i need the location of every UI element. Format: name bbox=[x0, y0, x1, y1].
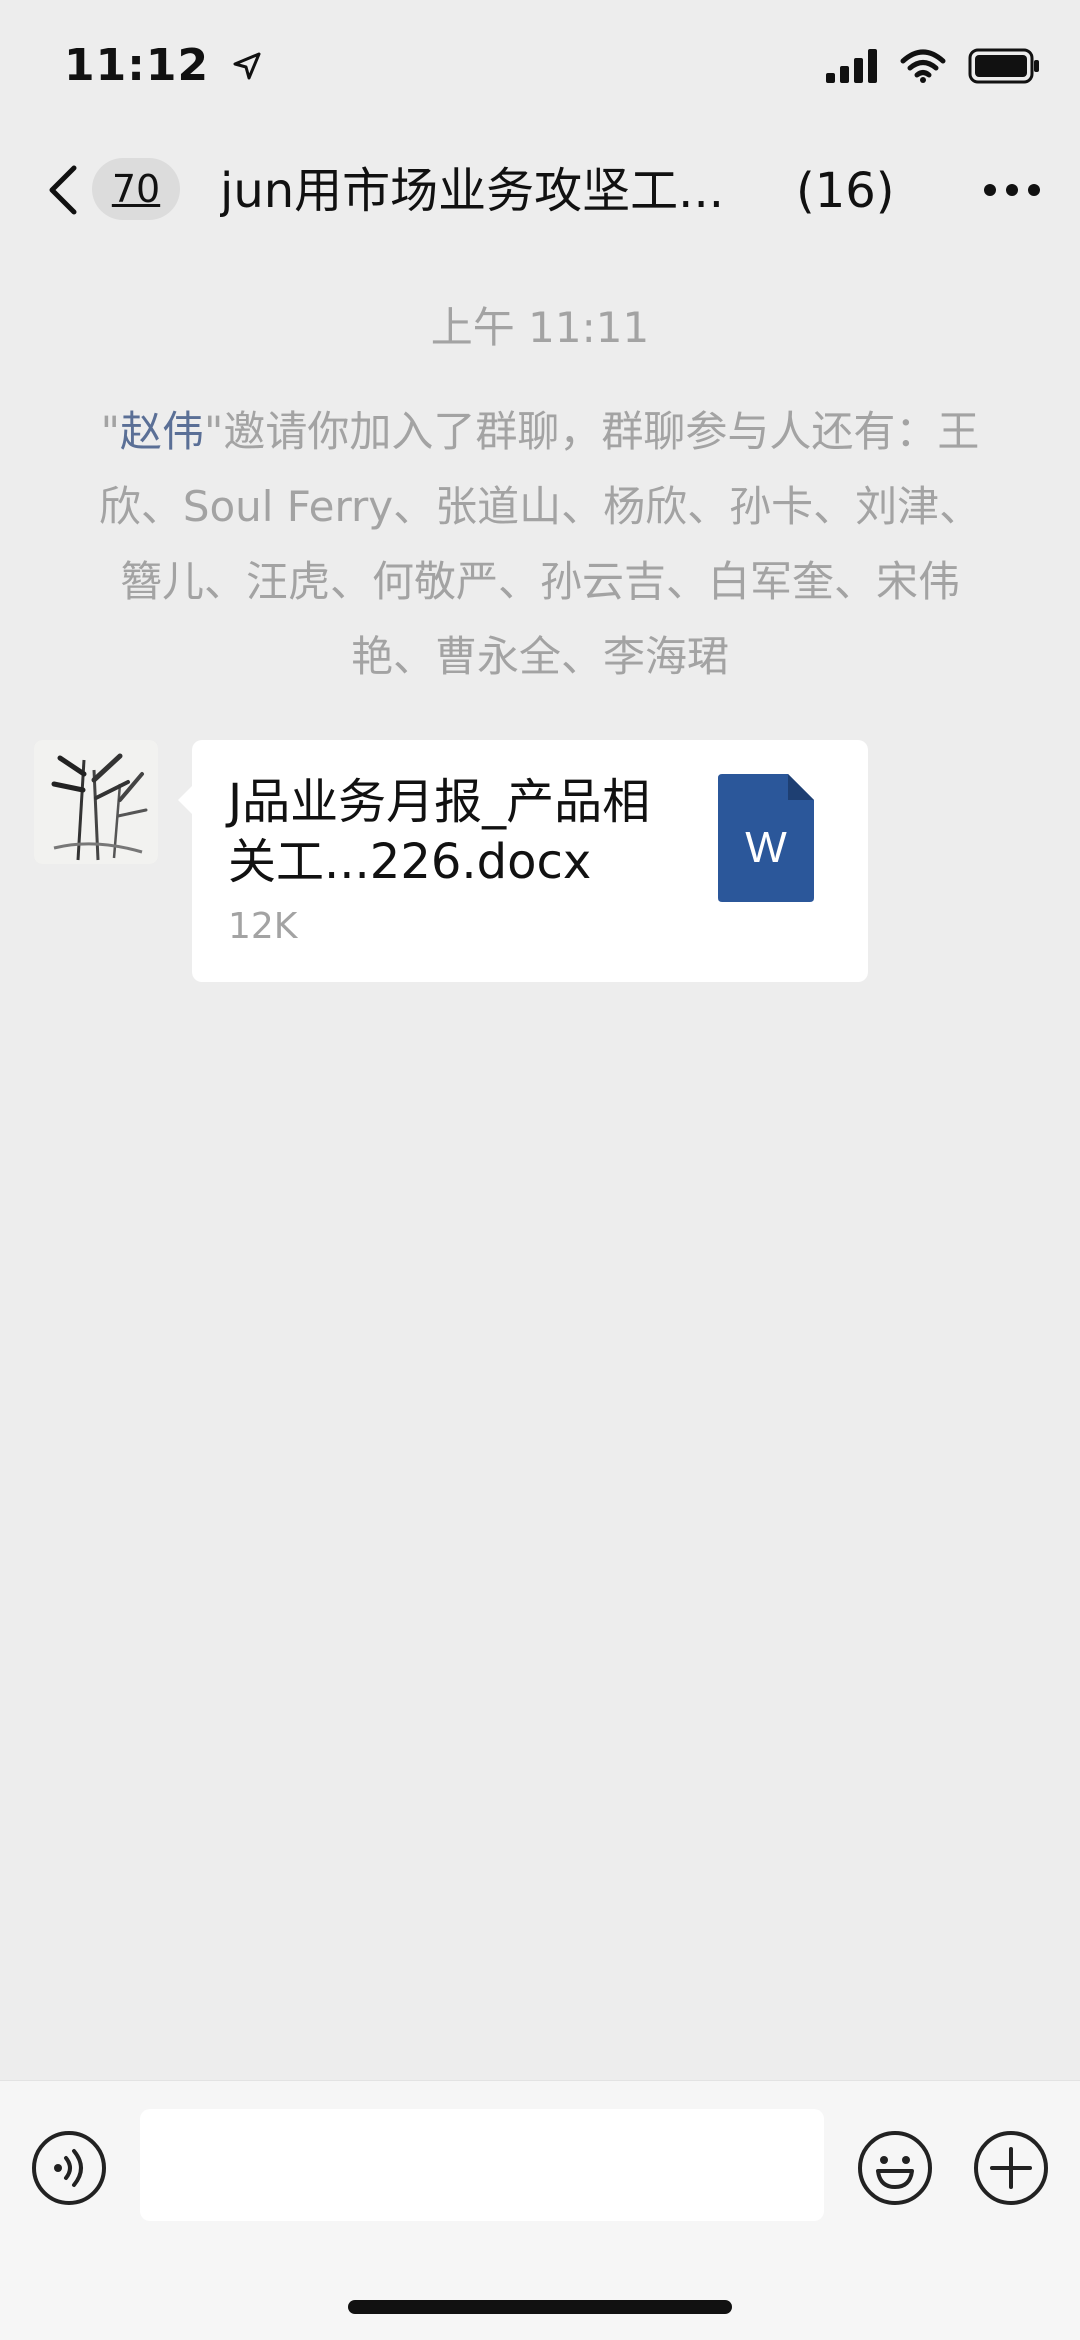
back-button[interactable] bbox=[44, 162, 84, 218]
word-icon-letter: W bbox=[745, 823, 787, 872]
bamboo-painting-avatar bbox=[34, 740, 158, 864]
more-options-button[interactable] bbox=[982, 168, 1042, 208]
word-document-icon: W bbox=[718, 774, 814, 902]
home-indicator[interactable] bbox=[348, 2300, 732, 2314]
location-arrow-icon bbox=[233, 50, 261, 88]
avatar[interactable] bbox=[34, 740, 158, 864]
more-dot bbox=[1028, 184, 1040, 196]
status-time: 11:12 bbox=[64, 40, 261, 91]
battery-icon bbox=[968, 48, 1040, 88]
system-invite-notice: "赵伟"邀请你加入了群聊，群聊参与人还有：王欣、Soul Ferry、张道山、杨… bbox=[96, 394, 984, 694]
emoji-icon bbox=[862, 2156, 928, 2205]
wifi-icon bbox=[900, 49, 946, 87]
plus-icon bbox=[978, 2147, 1044, 2205]
cellular-signal-icon bbox=[826, 49, 878, 87]
voice-button[interactable] bbox=[32, 2131, 106, 2205]
file-name: J品业务月报_产品相关工...226.docx bbox=[228, 774, 651, 890]
file-size: 12K bbox=[228, 906, 298, 947]
unread-count-badge[interactable]: 70 bbox=[92, 158, 180, 220]
member-count[interactable]: (16) bbox=[796, 160, 895, 222]
chat-title[interactable]: jun用市场业务攻坚工... bbox=[220, 160, 750, 222]
status-icons bbox=[826, 48, 1040, 88]
chevron-left-icon bbox=[44, 165, 84, 222]
file-message-bubble[interactable]: J品业务月报_产品相关工...226.docx 12K W bbox=[178, 740, 868, 982]
system-timestamp: 上午 11:11 bbox=[430, 303, 650, 352]
status-time-text: 11:12 bbox=[64, 40, 210, 91]
chat-header: 70 jun用市场业务攻坚工... (16) bbox=[0, 140, 1080, 240]
voice-icon bbox=[36, 2149, 102, 2205]
inviter-name-link[interactable]: 赵伟 bbox=[120, 407, 204, 456]
invite-quote: " bbox=[100, 407, 120, 456]
more-dot bbox=[984, 184, 996, 196]
message-input[interactable] bbox=[140, 2109, 824, 2221]
invite-text: "邀请你加入了群聊，群聊参与人还有：王欣、Soul Ferry、张道山、杨欣、孙… bbox=[98, 407, 982, 681]
more-dot bbox=[1006, 184, 1018, 196]
emoji-button[interactable] bbox=[858, 2131, 932, 2205]
status-bar: 11:12 bbox=[0, 0, 1080, 130]
plus-button[interactable] bbox=[974, 2131, 1048, 2205]
